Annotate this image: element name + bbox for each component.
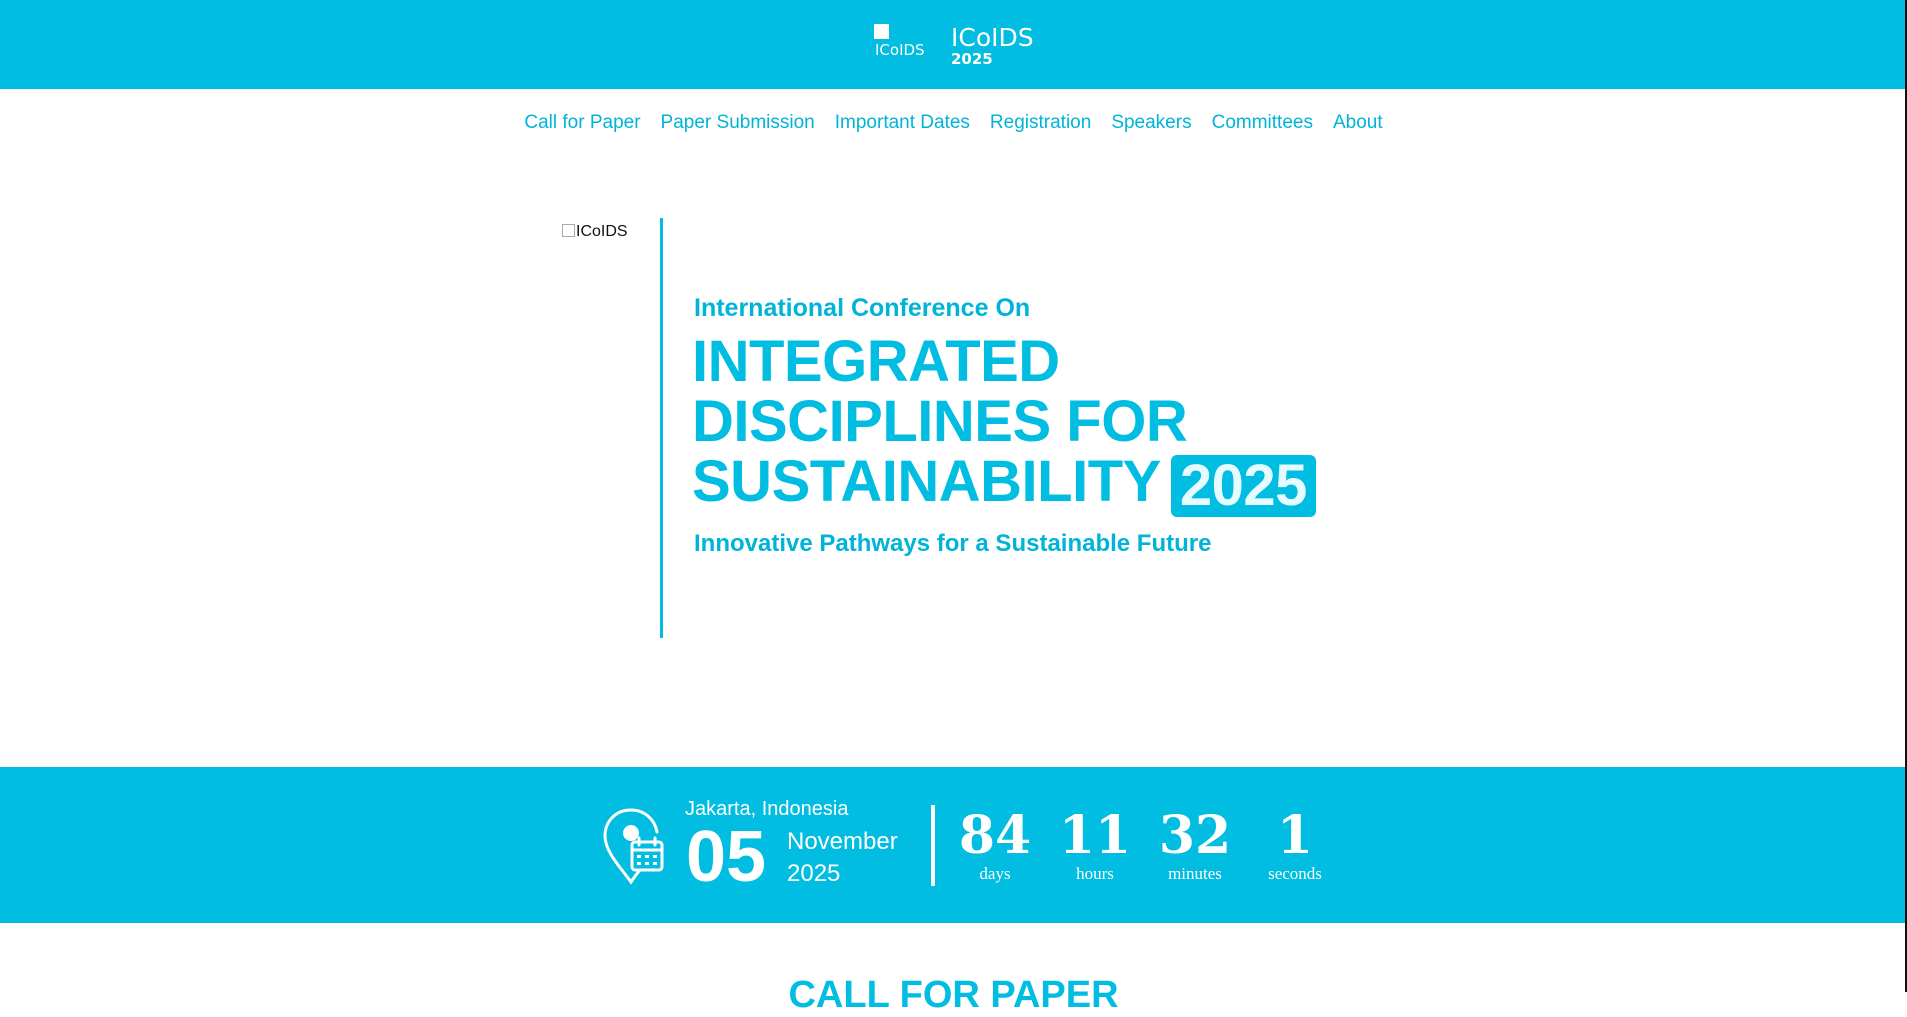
brand-year: 2025 [951,50,993,68]
event-month-year: November 2025 [787,826,898,890]
countdown-hours: 11 hours [1050,800,1140,884]
event-year: 2025 [787,860,841,887]
nav-about[interactable]: About [1333,112,1383,140]
nav-paper-submission[interactable]: Paper Submission [661,112,815,140]
location-calendar-icon [603,808,664,885]
hero-pretitle: International Conference On [694,294,1031,322]
hero-logo-image: ICoIDS [562,223,642,247]
countdown-minutes-value: 32 [1158,805,1232,866]
hero-title: INTEGRATED DISCIPLINES FOR SUSTAINABILIT… [692,332,1316,517]
call-for-paper-heading: CALL FOR PAPER [788,974,1119,1016]
hero-title-line-2: DISCIPLINES FOR [692,389,1188,454]
main-navigation: Call for Paper Paper Submission Importan… [0,112,1907,140]
nav-call-for-paper[interactable]: Call for Paper [524,112,640,140]
hero-logo-alt: ICoIDS [576,223,628,240]
countdown-hours-value: 11 [1058,805,1132,866]
nav-committees[interactable]: Committees [1212,112,1313,140]
nav-registration[interactable]: Registration [990,112,1091,140]
hero-subtitle: Innovative Pathways for a Sustainable Fu… [694,530,1212,557]
countdown-minutes: 32 minutes [1150,800,1240,884]
countdown-days: 84 days [950,800,1040,884]
event-month: November [787,828,898,855]
broken-image-icon [874,24,889,39]
countdown-separator [931,805,935,886]
brand-name[interactable]: ICoIDS [951,24,1034,52]
top-header-bar: ICoIDS ICoIDS 2025 [0,0,1907,89]
countdown-seconds-value: 1 [1276,805,1314,866]
event-day: 05 [686,817,767,897]
countdown-seconds: 1 seconds [1250,800,1340,884]
hero-title-line-3: SUSTAINABILITY [692,449,1161,514]
countdown-days-value: 84 [958,805,1032,866]
header-logo-image[interactable]: ICoIDS [874,24,926,60]
header-logo-alt: ICoIDS [875,41,925,59]
nav-speakers[interactable]: Speakers [1111,112,1191,140]
year-badge: 2025 [1170,455,1316,517]
nav-important-dates[interactable]: Important Dates [835,112,970,140]
countdown-seconds-unit: seconds [1268,864,1322,883]
broken-image-icon [562,224,575,237]
hero-divider [660,218,663,638]
hero-title-line-1: INTEGRATED [692,329,1060,394]
